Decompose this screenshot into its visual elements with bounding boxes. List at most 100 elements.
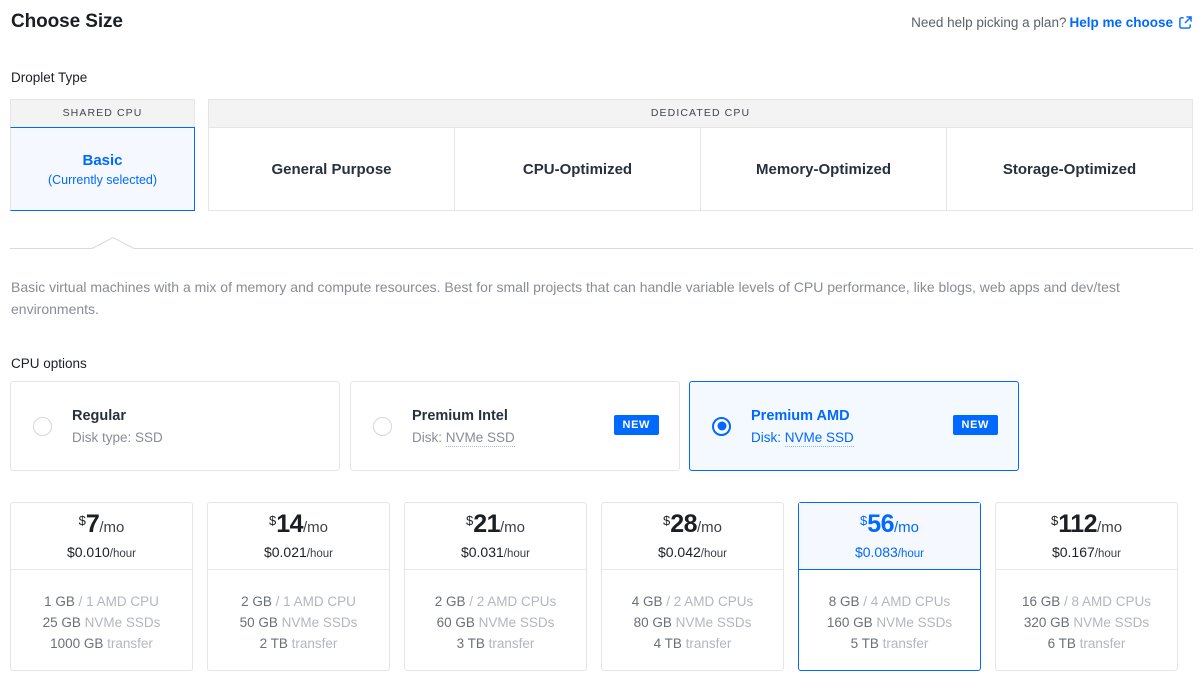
radio-premium-intel[interactable] bbox=[373, 416, 392, 436]
plan-hourly-unit: /hour bbox=[306, 548, 334, 560]
plan-spec-disk: 320 GB NVMe SSDs bbox=[1024, 612, 1149, 633]
tab-general-purpose[interactable]: General Purpose bbox=[208, 127, 455, 211]
tab-basic[interactable]: Basic (Currently selected) bbox=[10, 127, 195, 211]
radio-premium-amd[interactable] bbox=[712, 416, 731, 436]
plan-card-specs: 1 GB / 1 AMD CPU 25 GB NVMe SSDs 1000 GB… bbox=[11, 570, 192, 670]
tab-memory-optimized-label: Memory-Optimized bbox=[755, 160, 891, 178]
divider-notch-icon bbox=[92, 237, 134, 249]
radio-regular[interactable] bbox=[33, 416, 52, 436]
plan-transfer-label: transfer bbox=[685, 636, 732, 651]
plan-monthly-unit: /mo bbox=[303, 519, 329, 536]
disk-prefix: Disk: bbox=[751, 429, 785, 445]
plan-hourly-price: $0.167 bbox=[1051, 544, 1095, 560]
tab-storage-optimized-label: Storage-Optimized bbox=[1002, 160, 1137, 178]
plan-transfer: 6 TB bbox=[1047, 636, 1076, 651]
plan-memory: 8 GB bbox=[828, 594, 860, 609]
plan-transfer-label: transfer bbox=[1079, 636, 1126, 651]
cpu-option-regular-disk: Disk type: SSD bbox=[72, 430, 163, 445]
droplet-type-label: Droplet Type bbox=[11, 70, 88, 85]
plan-disk-label: NVMe SSDs bbox=[675, 615, 752, 630]
plan-cpu: 1 AMD CPU bbox=[86, 594, 159, 609]
plan-hourly-unit: /hour bbox=[1094, 548, 1122, 560]
tab-storage-optimized[interactable]: Storage-Optimized bbox=[947, 127, 1193, 211]
tab-cpu-optimized[interactable]: CPU-Optimized bbox=[455, 127, 701, 211]
plan-card-price: $28/mo $0.042/hour bbox=[602, 503, 783, 570]
plan-hourly-price: $0.021 bbox=[263, 544, 307, 560]
plan-transfer: 4 TB bbox=[653, 636, 682, 651]
disk-prefix: Disk: bbox=[412, 429, 446, 445]
plan-spec-memory-cpu: 4 GB / 2 AMD CPUs bbox=[631, 594, 754, 609]
help-prompt-text: Need help picking a plan? bbox=[911, 15, 1067, 30]
plan-hourly-unit: /hour bbox=[897, 548, 925, 560]
plan-card-list: $7/mo $0.010/hour 1 GB / 1 AMD CPU 25 GB… bbox=[10, 502, 1193, 671]
plan-hourly-unit: /hour bbox=[503, 548, 531, 560]
disk-value-tooltip[interactable]: NVMe SSD bbox=[445, 429, 515, 447]
plan-transfer-label: transfer bbox=[291, 636, 338, 651]
tab-group-dedicated-cpu: DEDICATED CPU General Purpose CPU-Optimi… bbox=[208, 99, 1193, 211]
disk-value: SSD bbox=[135, 429, 163, 445]
plan-memory: 1 GB bbox=[44, 594, 75, 609]
plan-card-price: $7/mo $0.010/hour bbox=[11, 503, 192, 570]
cpu-option-premium-amd-disk: Disk: NVMe SSD bbox=[751, 429, 854, 447]
plan-disk: 60 GB bbox=[436, 615, 475, 630]
plan-disk: 320 GB bbox=[1023, 615, 1070, 630]
tab-memory-optimized[interactable]: Memory-Optimized bbox=[701, 127, 947, 211]
help-prompt: Need help picking a plan? Help me choose bbox=[911, 15, 1192, 32]
plan-transfer: 1000 GB bbox=[50, 636, 104, 651]
plan-disk: 50 GB bbox=[239, 615, 278, 630]
plan-disk: 80 GB bbox=[633, 615, 672, 630]
droplet-type-tabs: SHARED CPU Basic (Currently selected) DE… bbox=[10, 99, 1193, 211]
plan-disk-label: NVMe SSDs bbox=[876, 615, 953, 630]
plan-card-specs: 4 GB / 2 AMD CPUs 80 GB NVMe SSDs 4 TB t… bbox=[602, 570, 783, 670]
cpu-options-group: Regular Disk type: SSD Premium Intel Dis… bbox=[10, 381, 1193, 471]
plan-card[interactable]: $28/mo $0.042/hour 4 GB / 2 AMD CPUs 80 … bbox=[601, 502, 784, 671]
droplet-type-description: Basic virtual machines with a mix of mem… bbox=[11, 279, 1120, 317]
plan-card-selected[interactable]: $56/mo $0.083/hour 8 GB / 4 AMD CPUs 160… bbox=[798, 502, 981, 671]
page-title: Choose Size bbox=[11, 11, 123, 32]
plan-card-specs: 16 GB / 8 AMD CPUs 320 GB NVMe SSDs 6 TB… bbox=[996, 570, 1177, 670]
plan-spec-memory-cpu: 16 GB / 8 AMD CPUs bbox=[1021, 594, 1152, 609]
plan-spec-transfer: 3 TB transfer bbox=[457, 633, 535, 654]
cpu-option-premium-intel[interactable]: Premium Intel Disk: NVMe SSD NEW bbox=[350, 381, 680, 471]
cpu-option-regular[interactable]: Regular Disk type: SSD bbox=[10, 381, 340, 471]
plan-disk-label: NVMe SSDs bbox=[281, 615, 358, 630]
plan-memory: 16 GB bbox=[1021, 594, 1061, 609]
plan-spec-transfer: 5 TB transfer bbox=[851, 633, 929, 654]
plan-hourly-unit: /hour bbox=[109, 548, 137, 560]
plan-transfer-label: transfer bbox=[488, 636, 535, 651]
plan-transfer-label: transfer bbox=[107, 636, 153, 651]
plan-disk: 160 GB bbox=[826, 615, 873, 630]
plan-card[interactable]: $21/mo $0.031/hour 2 GB / 2 AMD CPUs 60 … bbox=[404, 502, 587, 671]
plan-monthly-price: 21 bbox=[473, 510, 501, 538]
cpu-option-premium-intel-disk: Disk: NVMe SSD bbox=[412, 429, 515, 447]
cpu-option-premium-intel-name: Premium Intel bbox=[412, 407, 508, 424]
plan-spec-memory-cpu: 8 GB / 4 AMD CPUs bbox=[828, 594, 951, 609]
plan-monthly-price: 56 bbox=[867, 510, 895, 538]
plan-transfer: 3 TB bbox=[456, 636, 485, 651]
disk-prefix: Disk type: bbox=[72, 429, 136, 445]
plan-spec-transfer: 1000 GB transfer bbox=[50, 633, 153, 654]
plan-transfer: 2 TB bbox=[259, 636, 288, 651]
badge-new-premium-amd: NEW bbox=[952, 415, 998, 435]
help-me-choose-link[interactable]: Help me choose bbox=[1069, 15, 1173, 30]
plan-card[interactable]: $7/mo $0.010/hour 1 GB / 1 AMD CPU 25 GB… bbox=[10, 502, 193, 671]
disk-value-tooltip[interactable]: NVMe SSD bbox=[784, 429, 854, 447]
plan-card[interactable]: $112/mo $0.167/hour 16 GB / 8 AMD CPUs 3… bbox=[995, 502, 1178, 671]
plan-spec-disk: 60 GB NVMe SSDs bbox=[437, 612, 555, 633]
plan-hourly-price: $0.031 bbox=[460, 544, 504, 560]
plan-card-price: $14/mo $0.021/hour bbox=[208, 503, 389, 570]
plan-memory: 4 GB bbox=[631, 594, 663, 609]
plan-disk-label: NVMe SSDs bbox=[1073, 615, 1150, 630]
page-header: Choose Size Need help picking a plan? Hel… bbox=[11, 11, 1192, 41]
plan-cpu: 2 AMD CPUs bbox=[673, 594, 754, 609]
plan-card[interactable]: $14/mo $0.021/hour 2 GB / 1 AMD CPU 50 G… bbox=[207, 502, 390, 671]
plan-hourly-unit: /hour bbox=[700, 548, 728, 560]
plan-hourly-price: $0.010 bbox=[66, 544, 110, 560]
tab-cpu-optimized-label: CPU-Optimized bbox=[522, 160, 633, 178]
divider-line-left bbox=[10, 248, 92, 249]
plan-monthly-unit: /mo bbox=[99, 519, 125, 536]
cpu-option-premium-amd[interactable]: Premium AMD Disk: NVMe SSD NEW bbox=[689, 381, 1019, 471]
tab-basic-label: Basic bbox=[82, 151, 123, 169]
cpu-options-label: CPU options bbox=[11, 356, 87, 371]
plan-monthly-price: 112 bbox=[1058, 510, 1098, 538]
